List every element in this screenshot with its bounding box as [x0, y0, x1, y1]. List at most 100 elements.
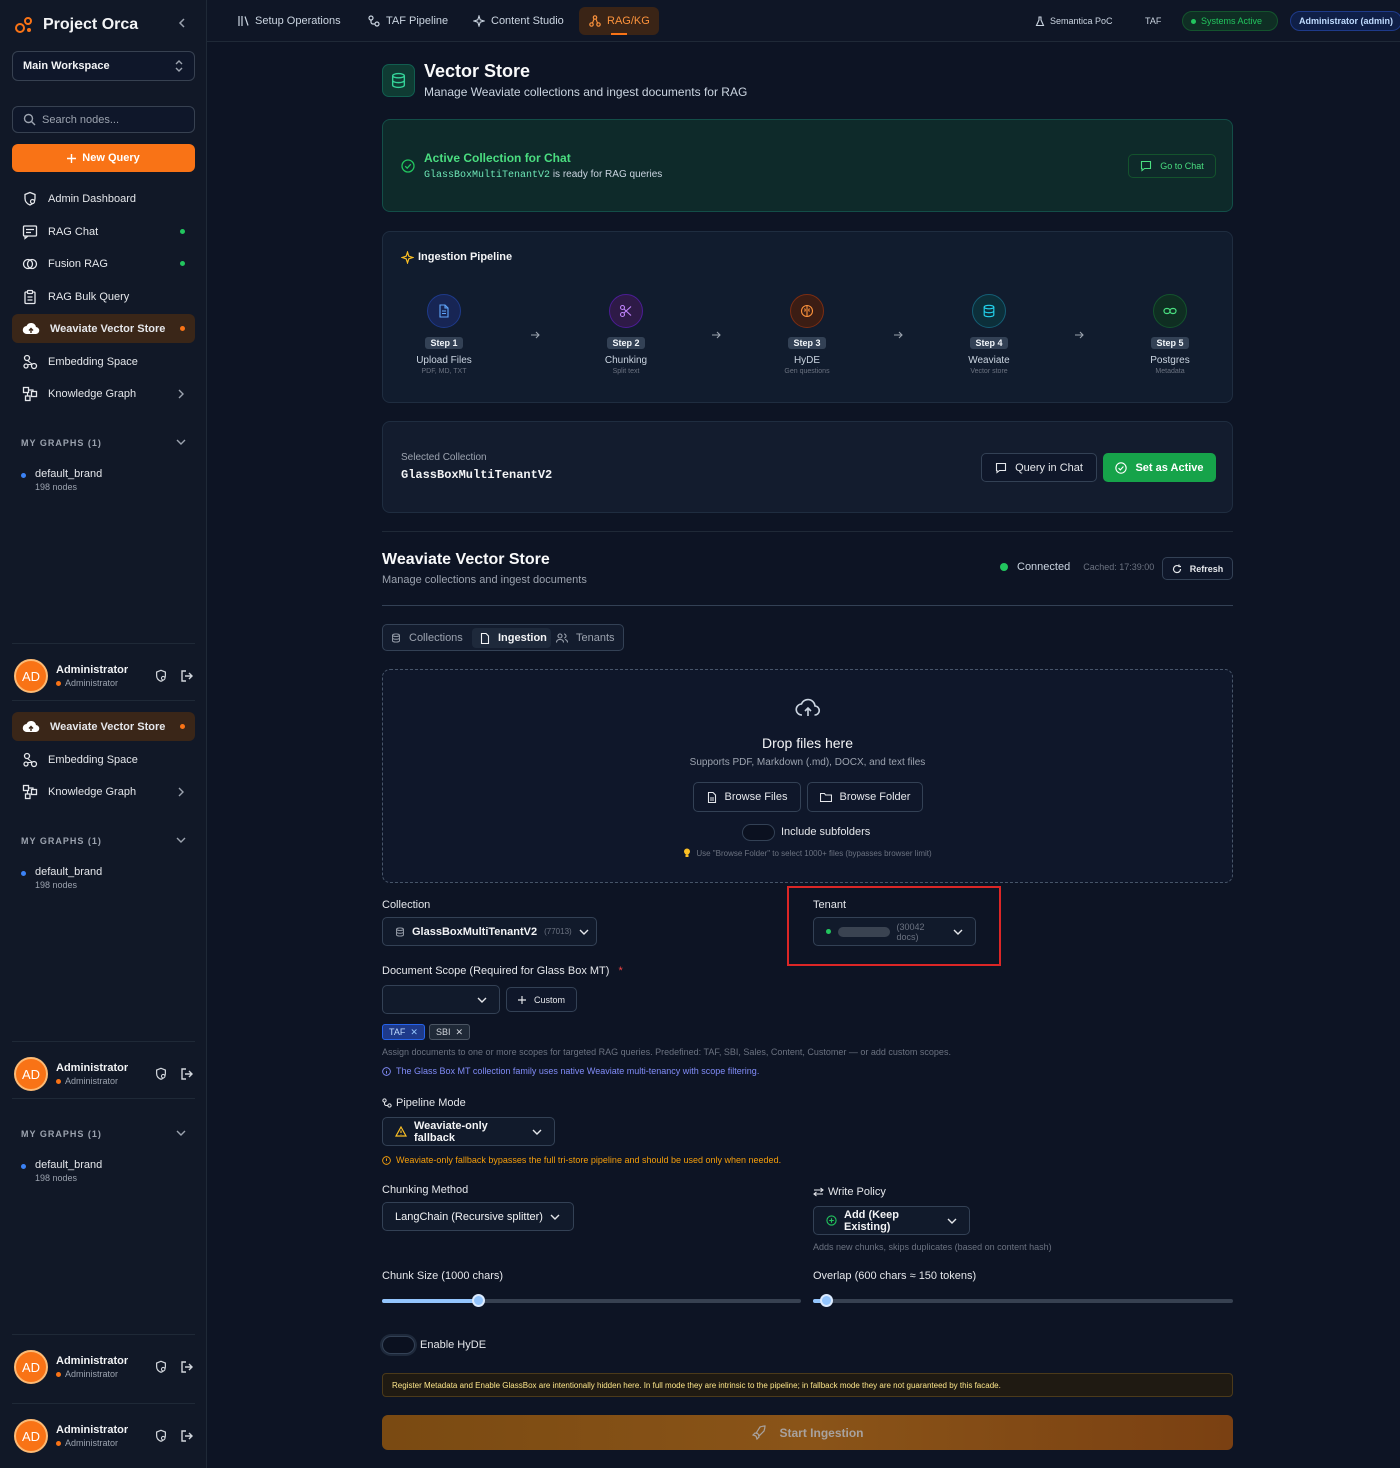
scissors-icon [609, 294, 643, 328]
slider-thumb[interactable] [820, 1294, 833, 1307]
tab-taf-pipeline[interactable]: TAF Pipeline [358, 7, 458, 35]
sidebar-item-embedding-space[interactable]: Embedding Space [12, 745, 195, 774]
sidebar-item-knowledge-graph[interactable]: Knowledge Graph [12, 777, 195, 806]
brand[interactable]: Project Orca [14, 14, 138, 36]
chunk-size-slider[interactable] [382, 1294, 801, 1307]
add-custom-scope-button[interactable]: Custom [506, 987, 577, 1012]
chevron-down-icon [176, 438, 186, 448]
sidebar-item-weaviate-vector-store[interactable]: Weaviate Vector Store [12, 314, 195, 343]
scope-label-text: Document Scope (Required for Glass Box M… [382, 965, 610, 977]
shield-settings-icon[interactable] [154, 669, 168, 683]
user-profile[interactable]: AD Administrator Administrator [14, 1349, 194, 1385]
my-graphs-header[interactable]: MY GRAPHS (1) [21, 438, 186, 448]
collapse-sidebar-icon[interactable] [177, 18, 187, 28]
user-profile[interactable]: AD Administrator Administrator [14, 1056, 194, 1092]
hyde-toggle[interactable] [382, 1336, 415, 1354]
collection-value: GlassBoxMultiTenantV2 [412, 925, 538, 938]
tab-content-studio[interactable]: Content Studio [463, 7, 574, 35]
logout-icon[interactable] [180, 669, 194, 683]
refresh-button[interactable]: Refresh [1162, 557, 1233, 580]
drop-hint-text: Use "Browse Folder" to select 1000+ file… [696, 848, 932, 858]
custom-label: Custom [533, 994, 565, 1005]
step-name: Weaviate [968, 355, 1010, 366]
connection-status: Connected Cached: 17:39:00 [1000, 561, 1154, 573]
browse-files-button[interactable]: Browse Files [693, 782, 801, 812]
graph-item-default-brand[interactable]: default_brand 198 nodes [21, 866, 102, 890]
search-nodes[interactable]: Search nodes... [12, 106, 195, 133]
slider-thumb[interactable] [472, 1294, 485, 1307]
drop-zone[interactable]: Drop files here Supports PDF, Markdown (… [382, 669, 1233, 883]
graph-icon [22, 386, 38, 402]
tab-collections[interactable]: Collections [391, 630, 463, 646]
sidebar-item-rag-chat[interactable]: RAG Chat [12, 217, 195, 246]
set-as-active-button[interactable]: Set as Active [1103, 453, 1216, 482]
pipeline-mode-warning: Weaviate-only fallback bypasses the full… [382, 1155, 781, 1165]
selected-collection-label: Selected Collection [401, 452, 487, 463]
overlap-label: Overlap (600 chars ≈ 150 tokens) [813, 1270, 977, 1282]
sidebar-item-embedding-space[interactable]: Embedding Space [12, 347, 195, 376]
collection-count: (77013) [544, 927, 572, 936]
go-to-chat-button[interactable]: Go to Chat [1128, 154, 1216, 178]
step-name: Upload Files [416, 355, 472, 366]
sidebar-item-knowledge-graph[interactable]: Knowledge Graph [12, 379, 195, 408]
systems-status-badge[interactable]: Systems Active [1182, 11, 1278, 31]
collection-select[interactable]: GlassBoxMultiTenantV2 (77013) [382, 917, 597, 946]
scope-select[interactable] [382, 985, 500, 1014]
shield-settings-icon[interactable] [154, 1429, 168, 1443]
sidebar-item-rag-bulk-query[interactable]: RAG Bulk Query [12, 282, 195, 311]
arrow-right-icon [530, 330, 540, 340]
query-in-chat-button[interactable]: Query in Chat [981, 453, 1097, 482]
check-circle-icon [1115, 461, 1128, 474]
remove-tag-icon[interactable]: ✕ [410, 1027, 418, 1038]
pipeline-mode-label: Pipeline Mode [382, 1097, 466, 1109]
user-role-label: Administrator [65, 678, 119, 688]
browse-folder-label: Browse Folder [839, 791, 911, 803]
start-ingestion-button[interactable]: Start Ingestion [382, 1415, 1233, 1450]
workspace-select[interactable]: Main Workspace [12, 51, 195, 81]
my-graphs-header[interactable]: MY GRAPHS (1) [21, 1129, 186, 1139]
plus-icon [67, 153, 77, 163]
tab-rag-kg[interactable]: RAG/KG [579, 7, 659, 35]
write-policy-select[interactable]: Add (Keep Existing) [813, 1206, 970, 1235]
tenant-select[interactable]: (30042 docs) [813, 917, 976, 946]
user-profile[interactable]: AD Administrator Administrator [14, 1418, 194, 1454]
chunking-select[interactable]: LangChain (Recursive splitter) [382, 1202, 574, 1231]
overlap-slider[interactable] [813, 1294, 1233, 1307]
logout-icon[interactable] [180, 1067, 194, 1081]
file-icon [480, 632, 490, 644]
project-indicator[interactable]: Semantica PoC [1035, 11, 1113, 31]
status-dot [180, 229, 185, 234]
sidebar-divider [12, 1041, 195, 1042]
pipeline-title: Ingestion Pipeline [418, 251, 513, 263]
pipeline-step-4: Step 4 Weaviate Vector store [939, 294, 1039, 375]
search-icon [23, 113, 36, 126]
tab-tenants[interactable]: Tenants [556, 630, 615, 646]
subfolders-toggle[interactable] [742, 824, 775, 841]
nodes-icon [22, 752, 38, 768]
browse-folder-button[interactable]: Browse Folder [807, 782, 923, 812]
sidebar-item-admin-dashboard[interactable]: Admin Dashboard [12, 184, 195, 213]
logout-icon[interactable] [180, 1429, 194, 1443]
info-icon [382, 1155, 391, 1165]
shield-settings-icon[interactable] [154, 1360, 168, 1374]
graph-item-default-brand[interactable]: default_brand 198 nodes [21, 1159, 102, 1183]
shield-settings-icon[interactable] [154, 1067, 168, 1081]
pipeline-mode-select[interactable]: Weaviate-only fallback [382, 1117, 555, 1146]
graph-item-default-brand[interactable]: default_brand 198 nodes [21, 468, 102, 492]
logout-icon[interactable] [180, 1360, 194, 1374]
warning-icon [395, 1126, 407, 1137]
sidebar-item-weaviate-vector-store[interactable]: Weaviate Vector Store [12, 712, 195, 741]
step-sub: Split text [612, 368, 640, 375]
chevron-down-icon [176, 1129, 186, 1139]
tab-ingestion[interactable]: Ingestion [472, 628, 551, 648]
remove-tag-icon[interactable]: ✕ [456, 1027, 464, 1038]
chevron-down-icon [532, 1128, 542, 1136]
my-graphs-header[interactable]: MY GRAPHS (1) [21, 836, 186, 846]
new-query-button[interactable]: New Query [12, 144, 195, 172]
tab-label: Collections [409, 632, 463, 644]
user-badge[interactable]: Administrator (admin) [1290, 11, 1400, 31]
user-profile[interactable]: AD Administrator Administrator [14, 658, 194, 694]
tab-setup-operations[interactable]: Setup Operations [227, 7, 351, 35]
sidebar-item-fusion-rag[interactable]: Fusion RAG [12, 249, 195, 278]
status-label: Systems Active [1201, 16, 1263, 26]
